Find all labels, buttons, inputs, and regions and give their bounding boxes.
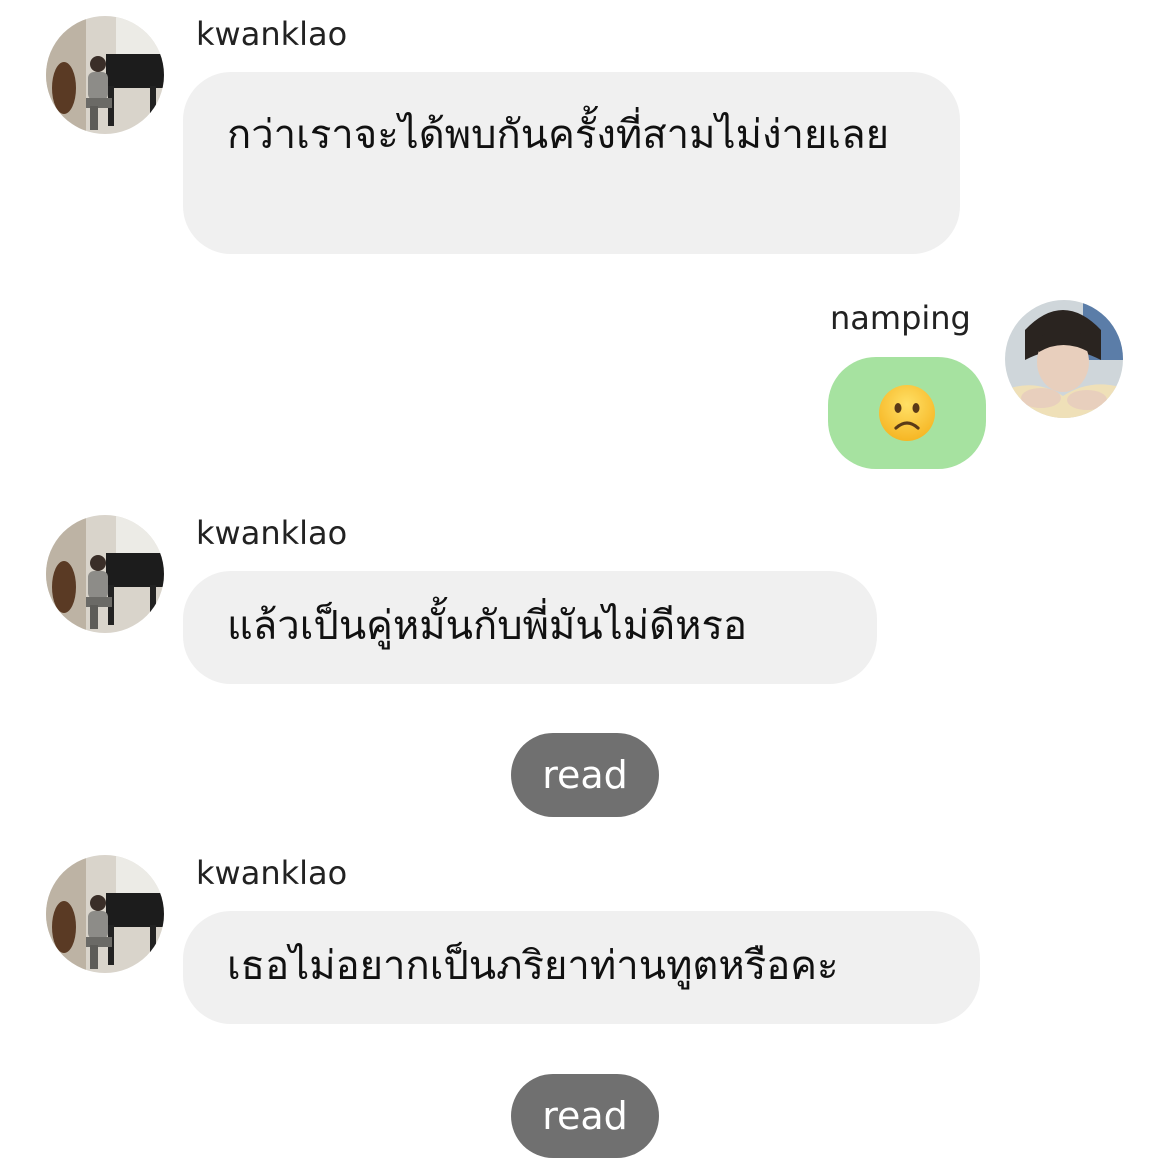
sender-name: kwanklao	[196, 854, 348, 892]
pianist-avatar-image	[46, 855, 164, 973]
avatar-kwanklao[interactable]	[46, 515, 164, 633]
incoming-message-bubble[interactable]: แล้วเป็นคู่หมั้นกับพี่มันไม่ดีหรอ	[183, 571, 877, 684]
avatar-kwanklao[interactable]	[46, 855, 164, 973]
avatar-kwanklao[interactable]	[46, 16, 164, 134]
incoming-message-bubble[interactable]: เธอไม่อยากเป็นภริยาท่านทูตหรือคะ	[183, 911, 980, 1024]
avatar-namping[interactable]	[1005, 300, 1123, 418]
message-text: กว่าเราจะได้พบกันครั้งที่สามไม่ง่ายเลย	[227, 112, 890, 158]
incoming-message-bubble[interactable]: กว่าเราจะได้พบกันครั้งที่สามไม่ง่ายเลย	[183, 72, 960, 254]
outgoing-message-bubble[interactable]	[828, 357, 986, 469]
pianist-avatar-image	[46, 515, 164, 633]
frowning-face-icon	[879, 385, 935, 441]
read-status-badge: read	[511, 733, 659, 817]
sender-name: kwanklao	[196, 514, 348, 552]
sender-name: kwanklao	[196, 15, 348, 53]
pianist-avatar-image	[46, 16, 164, 134]
message-text: เธอไม่อยากเป็นภริยาท่านทูตหรือคะ	[227, 943, 839, 989]
message-text: แล้วเป็นคู่หมั้นกับพี่มันไม่ดีหรอ	[227, 603, 748, 649]
sender-name: namping	[830, 299, 971, 337]
read-status-badge: read	[511, 1074, 659, 1158]
portrait-avatar-image	[1005, 300, 1123, 418]
